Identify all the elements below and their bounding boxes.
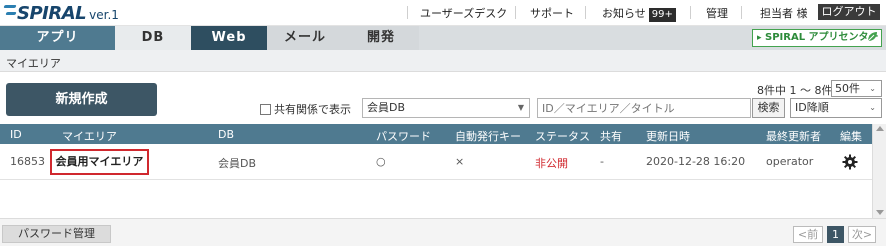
nav-divider: [407, 6, 408, 19]
per-page-value: 50件: [835, 82, 860, 95]
col-auto-key: 自動発行キー: [455, 130, 521, 143]
support-link[interactable]: サポート: [530, 5, 574, 21]
col-password: パスワード: [376, 130, 431, 143]
news-label: お知らせ: [602, 7, 646, 20]
logo-text: SPIRAL: [17, 3, 87, 24]
sort-select-value: ID降順: [795, 101, 829, 114]
myarea-name-link[interactable]: 会員用マイエリア: [50, 149, 149, 175]
tab-dev[interactable]: 開発: [343, 26, 419, 50]
row-id: 16853: [10, 155, 45, 168]
shared-label: 共有関係で表示: [274, 103, 351, 116]
row-updated-by: operator: [766, 155, 814, 168]
prev-page-button[interactable]: <前: [793, 226, 823, 243]
chevron-down-icon: ⌄: [869, 84, 876, 93]
row-auto-key: ×: [455, 155, 465, 168]
tab-db[interactable]: DB: [115, 26, 191, 50]
table-scrollbar[interactable]: [872, 124, 886, 218]
nav-divider: [585, 6, 586, 19]
caret-down-icon: ▼: [517, 103, 524, 112]
row-status: 非公開: [535, 157, 568, 170]
password-manage-button[interactable]: パスワード管理: [2, 225, 111, 243]
nav-divider: [515, 6, 516, 19]
row-updated: 2020-12-28 16:20: [646, 155, 746, 168]
news-link[interactable]: お知らせ 99+: [602, 5, 676, 22]
tab-mail[interactable]: メール: [267, 26, 343, 50]
top-header: SPIRAL ver.1 ユーザーズデスク サポート お知らせ 99+ 管理 担当…: [0, 0, 886, 26]
col-db: DB: [218, 128, 235, 141]
footer-bar: パスワード管理 <前 1 次>: [0, 218, 886, 246]
news-badge: 99+: [648, 8, 676, 22]
search-input[interactable]: [537, 98, 751, 118]
row-db: 会員DB: [218, 157, 257, 170]
table-header: ID マイエリア DB パスワード 自動発行キー ステータス 共有 更新日時 最…: [0, 124, 872, 144]
col-status: ステータス: [535, 130, 590, 143]
chevron-right-icon: ▸: [757, 33, 762, 43]
scroll-down-icon[interactable]: [876, 210, 884, 215]
logout-button[interactable]: ログアウト: [818, 4, 880, 20]
new-create-button[interactable]: 新規作成: [6, 83, 157, 116]
nav-divider: [690, 6, 691, 19]
logo-version: ver.1: [89, 8, 119, 22]
col-updated-by: 最終更新者: [766, 130, 821, 143]
leaf-icon: [867, 32, 877, 42]
spiral-logo-icon: [4, 3, 16, 19]
col-myarea: マイエリア: [62, 130, 117, 143]
breadcrumb: マイエリア: [6, 57, 61, 70]
user-desk-link[interactable]: ユーザーズデスク: [420, 5, 507, 21]
db-select-value: 会員DB: [367, 101, 406, 114]
breadcrumb-bar: マイエリア: [0, 50, 886, 72]
db-select[interactable]: 会員DB ▼: [362, 98, 530, 118]
spiral-logo[interactable]: SPIRAL ver.1: [4, 3, 119, 24]
col-shared: 共有: [600, 130, 622, 143]
scroll-up-icon[interactable]: [876, 126, 884, 131]
per-page-select[interactable]: 50件 ⌄: [831, 80, 882, 97]
tab-apps[interactable]: アプリ: [0, 26, 115, 50]
shared-checkbox[interactable]: [260, 103, 271, 115]
user-name: 担当者 様: [760, 7, 808, 20]
search-button[interactable]: 検索: [752, 98, 785, 118]
tab-web[interactable]: Web: [191, 26, 267, 50]
col-edit: 編集: [840, 130, 862, 143]
next-page-button[interactable]: 次>: [848, 226, 876, 243]
sort-select[interactable]: ID降順 ⌄: [790, 98, 882, 118]
chevron-down-icon: ⌄: [869, 103, 876, 112]
current-page[interactable]: 1: [827, 226, 844, 243]
app-center-label: SPIRAL アプリセンター: [765, 32, 879, 43]
col-updated: 更新日時: [646, 130, 690, 143]
table-row[interactable]: 16853 会員用マイエリア 会員DB ○ × 非公開 - 2020-12-28…: [0, 144, 872, 180]
admin-link[interactable]: 管理: [706, 5, 728, 21]
gear-icon[interactable]: [842, 154, 858, 170]
shared-relation-toggle[interactable]: 共有関係で表示: [260, 101, 351, 117]
result-count: 8件中 1 ～ 8件: [757, 84, 833, 97]
col-id: ID: [10, 128, 22, 141]
row-password: ○: [376, 155, 386, 168]
app-center-button[interactable]: ▸ SPIRAL アプリセンター: [752, 29, 882, 47]
nav-divider: [741, 6, 742, 19]
row-shared: -: [600, 155, 604, 168]
